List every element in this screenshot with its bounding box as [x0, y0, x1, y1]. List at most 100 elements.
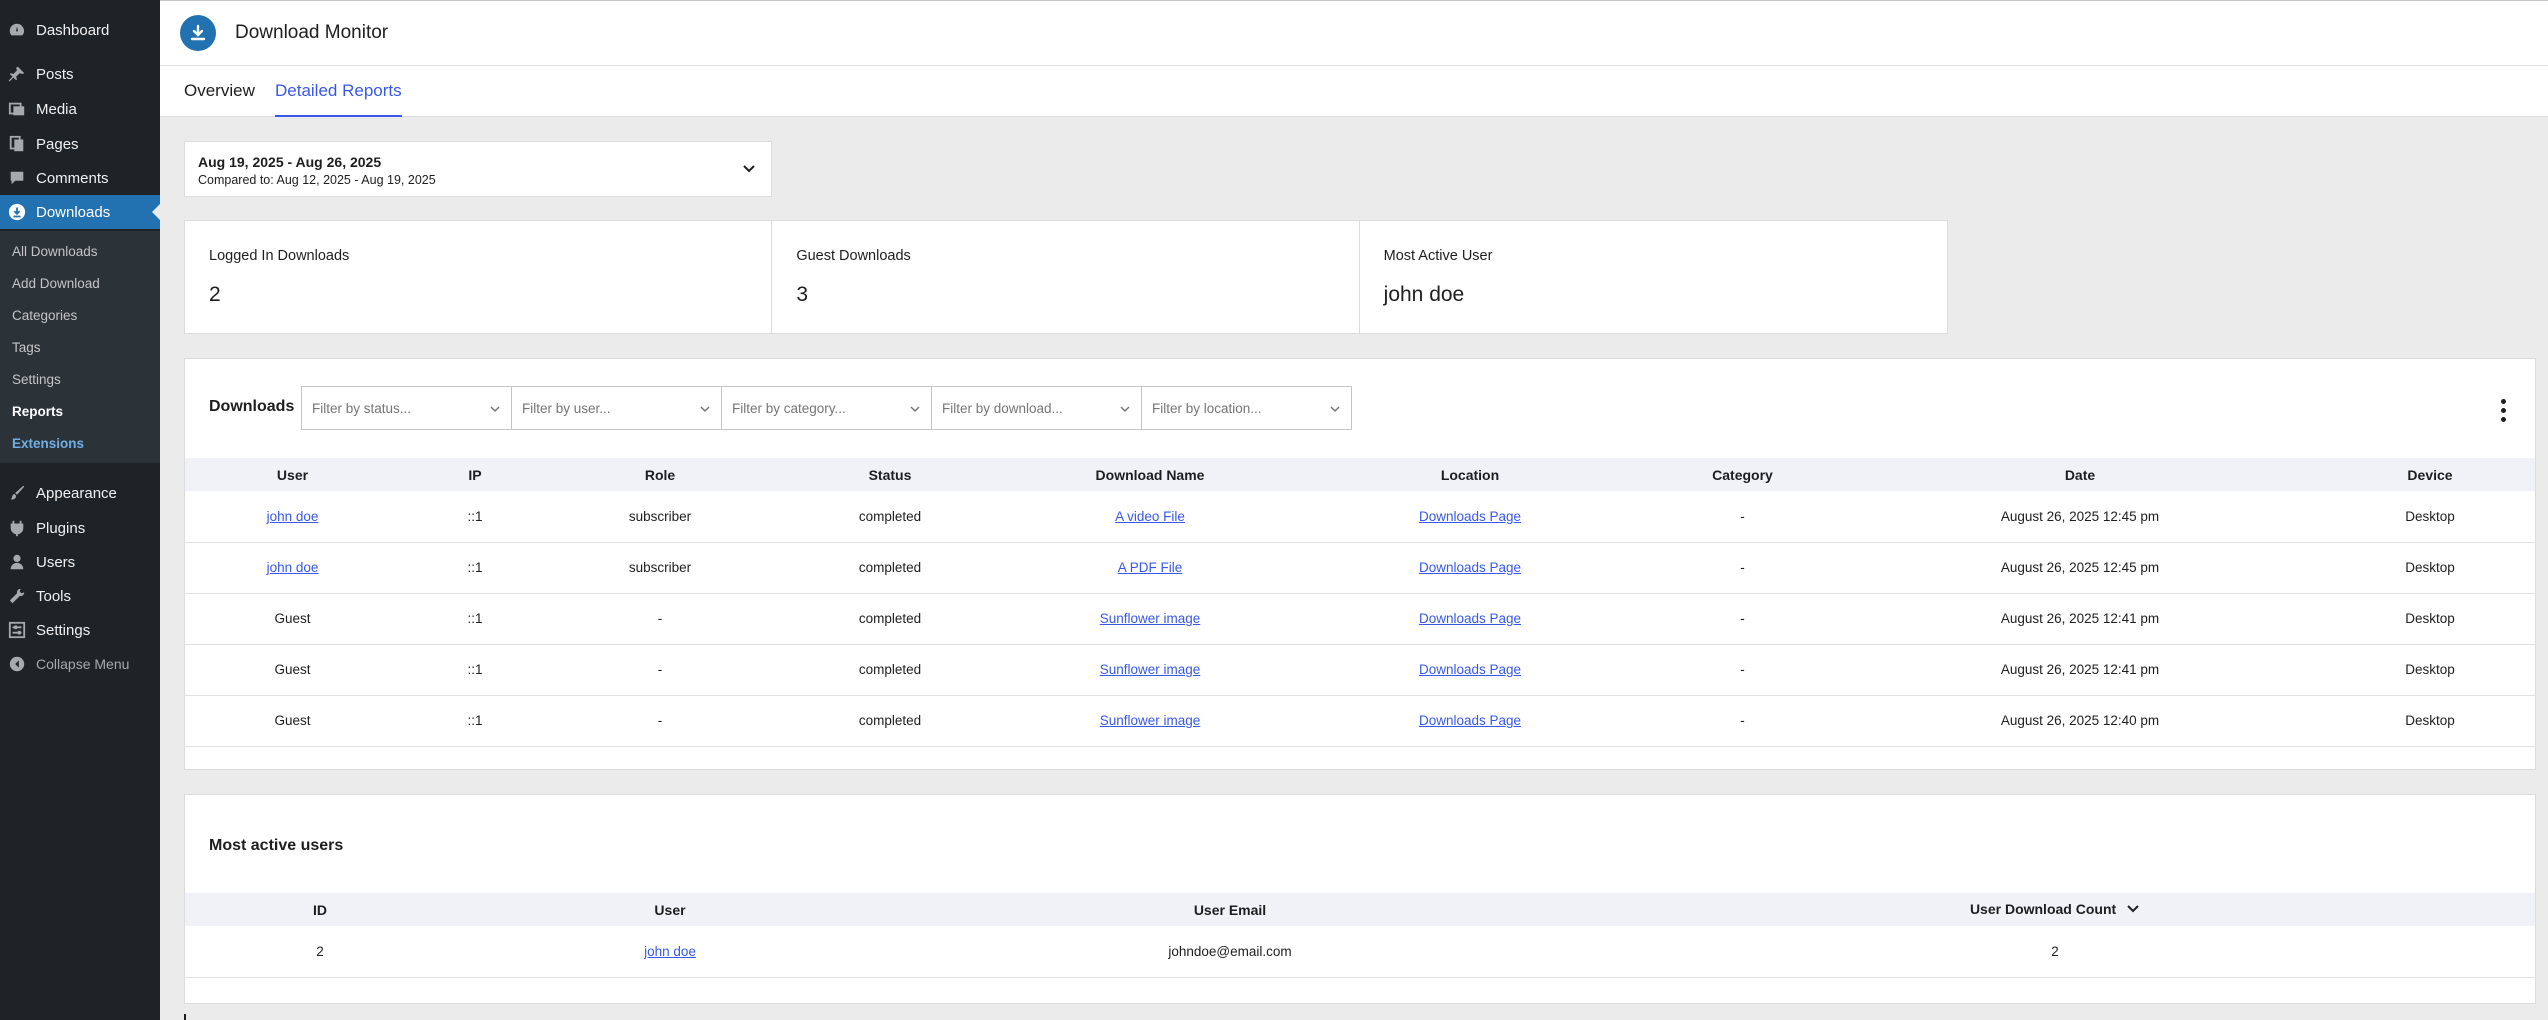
- more-options-icon[interactable]: [2501, 399, 2507, 422]
- download-name-link[interactable]: Sunflower image: [1100, 611, 1201, 626]
- location-link[interactable]: Downloads Page: [1419, 662, 1521, 677]
- app-title: Download Monitor: [235, 22, 389, 43]
- device-cell: Desktop: [2325, 695, 2535, 747]
- date-cell: August 26, 2025 12:41 pm: [1835, 593, 2325, 645]
- device-cell: Desktop: [2325, 644, 2535, 696]
- sidebar-item-tools[interactable]: Tools: [0, 579, 160, 613]
- filter-download-select[interactable]: Filter by download...: [931, 386, 1142, 430]
- filter-status-select[interactable]: Filter by status...: [301, 386, 512, 430]
- email-cell: johndoe@email.com: [885, 926, 1575, 978]
- sidebar-item-pages[interactable]: Pages: [0, 127, 160, 161]
- downloads-submenu: All Downloads Add Download Categories Ta…: [0, 231, 160, 463]
- date-cell: August 26, 2025 12:45 pm: [1835, 542, 2325, 594]
- submenu-extensions[interactable]: Extensions: [12, 436, 84, 451]
- stat-label: Most Active User: [1383, 248, 1493, 264]
- location-link[interactable]: Downloads Page: [1419, 611, 1521, 626]
- submenu-settings[interactable]: Settings: [12, 372, 61, 387]
- device-cell: Desktop: [2325, 542, 2535, 594]
- filter-placeholder: Filter by user...: [522, 400, 611, 416]
- sidebar-item-appearance[interactable]: Appearance: [0, 476, 160, 510]
- submenu-reports[interactable]: Reports: [12, 404, 63, 419]
- column-header[interactable]: User: [455, 893, 885, 926]
- table-row: john doe ::1 subscriber completed A PDF …: [185, 542, 2535, 594]
- sidebar-item-label: Users: [36, 553, 76, 571]
- submenu-categories[interactable]: Categories: [12, 308, 77, 323]
- table-row: 2 john doe johndoe@email.com 2: [185, 926, 2535, 978]
- sidebar-item-label: Posts: [36, 65, 74, 83]
- column-header[interactable]: User Email: [885, 893, 1575, 926]
- date-range-value: Aug 19, 2025 - Aug 26, 2025: [198, 154, 382, 170]
- column-header[interactable]: User: [185, 458, 400, 491]
- user-link[interactable]: john doe: [644, 944, 696, 959]
- most-active-users-title: Most active users: [209, 837, 344, 854]
- stat-label: Logged In Downloads: [209, 248, 350, 264]
- tab-overview[interactable]: Overview: [184, 81, 255, 117]
- user-link[interactable]: john doe: [267, 560, 319, 575]
- date-range-compare: Compared to: Aug 12, 2025 - Aug 19, 2025: [198, 173, 436, 187]
- sidebar-item-label: Plugins: [36, 519, 86, 537]
- category-cell: -: [1650, 542, 1835, 594]
- download-count-cell: 2: [1575, 926, 2535, 978]
- filter-category-select[interactable]: Filter by category...: [721, 386, 932, 430]
- chevron-down-icon: [1119, 403, 1131, 418]
- device-cell: Desktop: [2325, 593, 2535, 645]
- download-name-link[interactable]: Sunflower image: [1100, 662, 1201, 677]
- sidebar-item-media[interactable]: Media: [0, 92, 160, 126]
- ip-cell: ::1: [400, 593, 550, 645]
- date-range-picker[interactable]: Aug 19, 2025 - Aug 26, 2025 Compared to:…: [184, 141, 772, 197]
- chevron-down-icon: [489, 403, 501, 418]
- submenu-tags[interactable]: Tags: [12, 340, 41, 355]
- stat-value: 3: [796, 283, 809, 306]
- download-name-link[interactable]: A PDF File: [1118, 560, 1183, 575]
- role-cell: -: [550, 695, 770, 747]
- collapse-menu-button[interactable]: Collapse Menu: [0, 647, 160, 681]
- column-header[interactable]: Role: [550, 458, 770, 491]
- tab-detailed-reports[interactable]: Detailed Reports: [275, 81, 402, 117]
- user-cell: Guest: [185, 593, 400, 645]
- report-tabs: Overview Detailed Reports: [160, 66, 2548, 117]
- column-header[interactable]: Date: [1835, 458, 2325, 491]
- sidebar-item-plugins[interactable]: Plugins: [0, 511, 160, 545]
- sidebar-item-users[interactable]: Users: [0, 545, 160, 579]
- most-active-users-table: ID User User Email User Download Count 2…: [185, 893, 2535, 978]
- download-name-link[interactable]: A video File: [1115, 509, 1185, 524]
- location-link[interactable]: Downloads Page: [1419, 713, 1521, 728]
- column-header[interactable]: Download Name: [1010, 458, 1290, 491]
- stat-value: john doe: [1383, 283, 1465, 306]
- sidebar-item-label: Appearance: [36, 484, 117, 502]
- sidebar-item-comments[interactable]: Comments: [0, 161, 160, 195]
- plugin-icon: [8, 519, 26, 537]
- stat-guest-downloads: Guest Downloads 3: [772, 221, 1360, 333]
- filter-user-select[interactable]: Filter by user...: [511, 386, 722, 430]
- date-cell: August 26, 2025 12:45 pm: [1835, 491, 2325, 543]
- column-header[interactable]: Device: [2325, 458, 2535, 491]
- location-link[interactable]: Downloads Page: [1419, 560, 1521, 575]
- location-link[interactable]: Downloads Page: [1419, 509, 1521, 524]
- filter-location-select[interactable]: Filter by location...: [1141, 386, 1352, 430]
- filter-placeholder: Filter by category...: [732, 400, 846, 416]
- device-cell: Desktop: [2325, 491, 2535, 543]
- column-header[interactable]: ID: [185, 893, 455, 926]
- settings-icon: [8, 621, 26, 639]
- submenu-add-download[interactable]: Add Download: [12, 276, 100, 291]
- column-header[interactable]: Status: [770, 458, 1010, 491]
- column-header[interactable]: IP: [400, 458, 550, 491]
- download-name-link[interactable]: Sunflower image: [1100, 713, 1201, 728]
- column-header[interactable]: Category: [1650, 458, 1835, 491]
- status-cell: completed: [770, 491, 1010, 543]
- chevron-down-icon: [2126, 901, 2140, 918]
- sidebar-item-posts[interactable]: Posts: [0, 57, 160, 91]
- sidebar-item-downloads[interactable]: Downloads: [0, 195, 160, 229]
- submenu-all-downloads[interactable]: All Downloads: [12, 244, 98, 259]
- sidebar-item-label: Downloads: [36, 203, 111, 221]
- column-header[interactable]: Location: [1290, 458, 1650, 491]
- sidebar-item-settings[interactable]: Settings: [0, 613, 160, 647]
- user-cell: Guest: [185, 644, 400, 696]
- downloads-panel: Downloads Filter by status... Filter by …: [184, 358, 2536, 770]
- stat-value: 2: [209, 283, 221, 306]
- user-link[interactable]: john doe: [267, 509, 319, 524]
- chevron-down-icon: [741, 160, 757, 181]
- stat-logged-in-downloads: Logged In Downloads 2: [185, 221, 773, 333]
- sidebar-item-dashboard[interactable]: Dashboard: [0, 13, 160, 47]
- column-header-sorted[interactable]: User Download Count: [1575, 893, 2535, 926]
